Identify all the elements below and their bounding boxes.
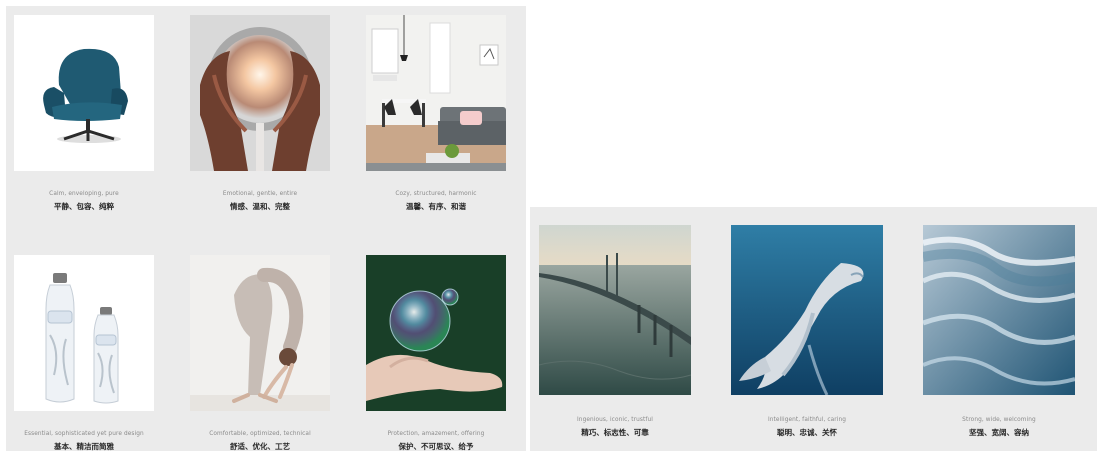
teal-armchair-image <box>14 15 154 171</box>
moodboard-card: Intelligent, faithful, caring 聪明、忠诚、关怀 <box>731 225 883 438</box>
caption-english: Comfortable, optimized, technical <box>209 431 311 437</box>
moodboard-card: Calm, enveloping, pure 平静、包容、纯粹 <box>14 15 154 212</box>
caption-chinese: 温馨、有序、和谐 <box>406 202 466 211</box>
moodboard-card: Protection, amazement, offering 保护、不可思议、… <box>366 255 506 452</box>
left-moodboard-panel: Calm, enveloping, pure 平静、包容、纯粹 Emotiona… <box>6 6 526 451</box>
cozy-living-room-image <box>366 15 506 171</box>
sea-bridge-image <box>539 225 691 395</box>
caption-chinese: 基本、精洁而简雅 <box>54 442 114 451</box>
caption-chinese: 精巧、标志性、可靠 <box>581 428 649 437</box>
right-moodboard-panel: Ingenious, iconic, trustful 精巧、标志性、可靠 In… <box>530 207 1097 451</box>
caption-english: Ingenious, iconic, trustful <box>577 417 653 423</box>
caption-chinese: 坚强、宽阔、容纳 <box>969 428 1029 437</box>
caption-chinese: 平静、包容、纯粹 <box>54 202 114 211</box>
caption-english: Calm, enveloping, pure <box>49 191 119 197</box>
caption-chinese: 情感、温和、完整 <box>230 202 290 211</box>
moodboard-card: Emotional, gentle, entire 情感、温和、完整 <box>190 15 330 212</box>
moodboard-card: Cozy, structured, harmonic 温馨、有序、和谐 <box>366 15 506 212</box>
hand-with-soap-bubble-image <box>366 255 506 411</box>
caption-chinese: 保护、不可思议、给予 <box>398 442 474 451</box>
caption-english: Essential, sophisticated yet pure design <box>24 431 144 437</box>
caption-english: Strong, wide, welcoming <box>962 417 1036 423</box>
moodboard-card: Strong, wide, welcoming 坚强、宽阔、容纳 <box>923 225 1075 438</box>
moodboard-card: Ingenious, iconic, trustful 精巧、标志性、可靠 <box>539 225 691 438</box>
moodboard-card: Essential, sophisticated yet pure design… <box>14 255 154 452</box>
caption-english: Emotional, gentle, entire <box>222 191 298 197</box>
caption-english: Cozy, structured, harmonic <box>395 191 477 197</box>
caption-english: Protection, amazement, offering <box>387 431 485 437</box>
caption-chinese: 聪明、忠诚、关怀 <box>777 428 837 437</box>
water-bottles-image <box>14 255 154 411</box>
ocean-waves-image <box>923 225 1075 395</box>
yoga-stretch-image <box>190 255 330 411</box>
dolphin-image <box>731 225 883 395</box>
hands-holding-glowing-orb-image <box>190 15 330 171</box>
moodboard-card: Comfortable, optimized, technical 舒适、优化、… <box>190 255 330 452</box>
caption-english: Intelligent, faithful, caring <box>767 417 847 423</box>
caption-chinese: 舒适、优化、工艺 <box>230 442 290 451</box>
